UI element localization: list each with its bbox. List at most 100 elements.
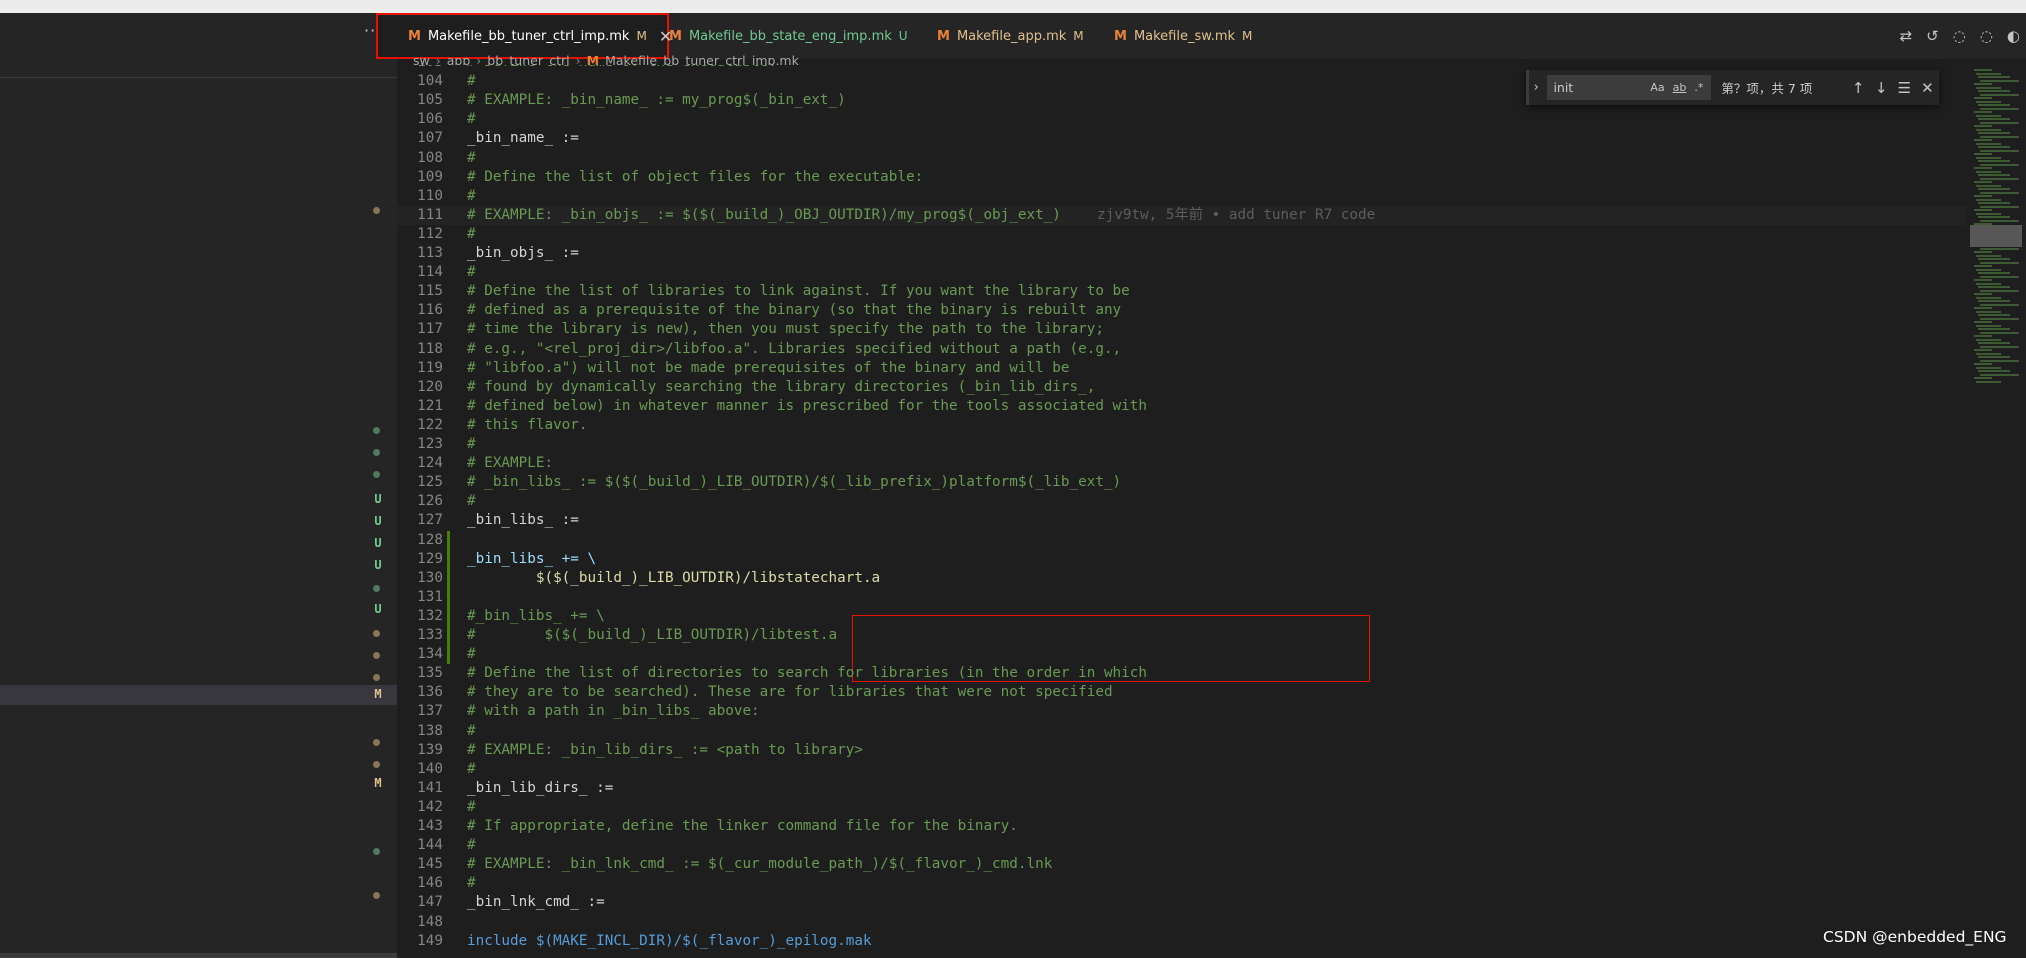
code-line[interactable]: 133 # $($(_build_)_LIB_OUTDIR)/libtest.a	[397, 626, 1966, 645]
minimap-line	[1974, 363, 1992, 365]
line-number: 134	[417, 646, 443, 663]
minimap-line	[1976, 268, 2001, 271]
code-text: # $($(_build_)_LIB_OUTDIR)/libtest.a	[467, 627, 838, 643]
code-line[interactable]: 118 # e.g., "<rel_proj_dir>/libfoo.a". Li…	[397, 340, 1966, 359]
code-line[interactable]: 129 _bin_libs_ += \	[397, 550, 1966, 569]
next-match-icon[interactable]: ↓	[1870, 79, 1893, 97]
code-line[interactable]: 135 # Define the list of directories to s…	[397, 664, 1966, 683]
code-line[interactable]: 127 _bin_libs_ :=	[397, 511, 1966, 530]
code-line[interactable]: 140 #	[397, 760, 1966, 779]
minimap-line	[1978, 258, 2010, 260]
code-line[interactable]: 139 # EXAMPLE: _bin_lib_dirs_ := <path to…	[397, 741, 1966, 760]
minimap-line	[1978, 76, 2010, 78]
code-line[interactable]: 146 #	[397, 874, 1966, 893]
toggle-replace-icon[interactable]: ›	[1526, 70, 1543, 105]
line-number: 149	[417, 932, 443, 949]
code-text: # defined below) in whatever manner is p…	[467, 397, 1147, 414]
code-line[interactable]: 121 # defined below) in whatever manner i…	[397, 397, 1966, 416]
code-line[interactable]: 134 #	[397, 645, 1966, 664]
line-number: 111	[417, 206, 443, 223]
code-line[interactable]: 149 include $(MAKE_INCL_DIR)/$(_flavor_)_…	[397, 932, 1966, 951]
revert-icon[interactable]: ↺	[1926, 27, 1939, 45]
code-line[interactable]: 128	[397, 531, 1966, 550]
line-number: 133	[417, 627, 443, 643]
minimap-line	[1978, 356, 2010, 358]
close-icon[interactable]: ✕	[1916, 79, 1939, 97]
code-line[interactable]: 143 # If appropriate, define the linker c…	[397, 817, 1966, 836]
code-line[interactable]: 147 _bin_lnk_cmd_ :=	[397, 893, 1966, 912]
code-line[interactable]: 130 $($(_build_)_LIB_OUTDIR)/libstatecha…	[397, 569, 1966, 588]
previous-match-icon[interactable]: ↑	[1847, 79, 1870, 97]
code-editor[interactable]: 103 # Define the name of the executable: 1…	[397, 65, 1966, 958]
find-in-selection-icon[interactable]: ☰	[1893, 79, 1916, 97]
code-line[interactable]: 124 # EXAMPLE:	[397, 454, 1966, 473]
sidebar: ··· U U U U U M M	[0, 13, 397, 958]
code-line[interactable]: 109 # Define the list of object files for…	[397, 168, 1966, 187]
code-line[interactable]: 137 # with a path in _bin_libs_ above:	[397, 702, 1966, 721]
code-line[interactable]: 122 # this flavor.	[397, 416, 1966, 435]
match-case-icon[interactable]: Aa	[1650, 81, 1664, 94]
code-line[interactable]: 116 # defined as a prerequisite of the bi…	[397, 301, 1966, 320]
watermark: CSDN @enbedded_ENG	[1823, 928, 2007, 946]
code-line[interactable]: 142 #	[397, 798, 1966, 817]
code-line[interactable]: 108 #	[397, 149, 1966, 168]
code-line[interactable]: 115 # Define the list of libraries to lin…	[397, 282, 1966, 301]
next-change-icon[interactable]: ◌	[1980, 27, 1993, 45]
line-number: 128	[417, 531, 443, 548]
regex-icon[interactable]: .*	[1694, 81, 1703, 94]
code-line[interactable]: 126 #	[397, 492, 1966, 511]
code-text: #	[467, 187, 476, 204]
code-text: #	[467, 837, 476, 854]
minimap-line	[1974, 321, 1992, 323]
code-line[interactable]: 141 _bin_lib_dirs_ :=	[397, 779, 1966, 798]
minimap-line	[1980, 331, 2019, 334]
compare-changes-icon[interactable]: ⇄	[1900, 27, 1913, 45]
minimap-line	[1980, 149, 2019, 152]
code-text: #	[467, 646, 476, 663]
code-line[interactable]: 110 #	[397, 187, 1966, 206]
line-number: 118	[417, 340, 443, 357]
code-text: #	[467, 493, 476, 510]
code-line[interactable]: 112 #	[397, 225, 1966, 244]
sidebar-selected-row[interactable]	[0, 685, 397, 705]
line-number: 116	[417, 302, 443, 319]
code-line[interactable]: 117 # time the library is new), then you …	[397, 320, 1966, 339]
minimap-line	[1980, 261, 2019, 264]
code-line[interactable]: 136 # they are to be searched). These are…	[397, 683, 1966, 702]
tab-makefile-sw[interactable]: M Makefile_sw.mk M	[1114, 13, 1274, 59]
split-editor-icon[interactable]: ◐	[2007, 27, 2020, 45]
minimap-viewport[interactable]	[1970, 225, 2022, 247]
find-input[interactable]: init Aa ab .*	[1547, 75, 1712, 100]
minimap-line	[1980, 373, 2019, 376]
minimap[interactable]	[1966, 65, 2026, 958]
code-line[interactable]: 113 _bin_objs_ :=	[397, 244, 1966, 263]
find-input-value[interactable]: init	[1553, 80, 1650, 95]
code-line[interactable]: 148	[397, 913, 1966, 932]
code-line[interactable]: 120 # found by dynamically searching the …	[397, 378, 1966, 397]
code-text: $($(_build_)_LIB_OUTDIR)/libstatechart.a	[467, 569, 881, 586]
code-line[interactable]: 145 # EXAMPLE: _bin_lnk_cmd_ := $(_cur_mo…	[397, 855, 1966, 874]
code-line[interactable]: 132 #_bin_libs_ += \	[397, 607, 1966, 626]
tab-label: Makefile_sw.mk	[1133, 28, 1236, 44]
tab-makefile-app[interactable]: M Makefile_app.mk M	[937, 13, 1114, 59]
code-line[interactable]: 106 #	[397, 110, 1966, 129]
line-number: 112	[417, 225, 443, 242]
code-text: # _bin_libs_ := $($(_build_)_LIB_OUTDIR)…	[467, 474, 1122, 491]
code-line[interactable]: 114 #	[397, 263, 1966, 282]
makefile-icon: M	[669, 28, 682, 44]
previous-change-icon[interactable]: ◌	[1953, 27, 1966, 45]
minimap-line	[1974, 195, 1992, 197]
code-line[interactable]: 123 #	[397, 435, 1966, 454]
line-number: 142	[417, 798, 443, 815]
match-whole-word-icon[interactable]: ab	[1673, 81, 1687, 94]
code-line[interactable]: 144 #	[397, 836, 1966, 855]
code-line[interactable]: 131	[397, 588, 1966, 607]
match-count: 第？项，共 7 项	[1721, 81, 1813, 96]
code-line[interactable]: 138 #	[397, 722, 1966, 741]
code-line[interactable]: 107 _bin_name_ :=	[397, 129, 1966, 148]
code-line[interactable]: 125 # _bin_libs_ := $($(_build_)_LIB_OUTD…	[397, 473, 1966, 492]
code-line[interactable]: 119 # "libfoo.a") will not be made prereq…	[397, 359, 1966, 378]
code-line[interactable]: 111 # EXAMPLE: _bin_objs_ := $($(_build_)…	[397, 205, 1966, 225]
minimap-line	[1976, 128, 2001, 131]
added-lines-gutter-bar[interactable]	[447, 530, 450, 665]
